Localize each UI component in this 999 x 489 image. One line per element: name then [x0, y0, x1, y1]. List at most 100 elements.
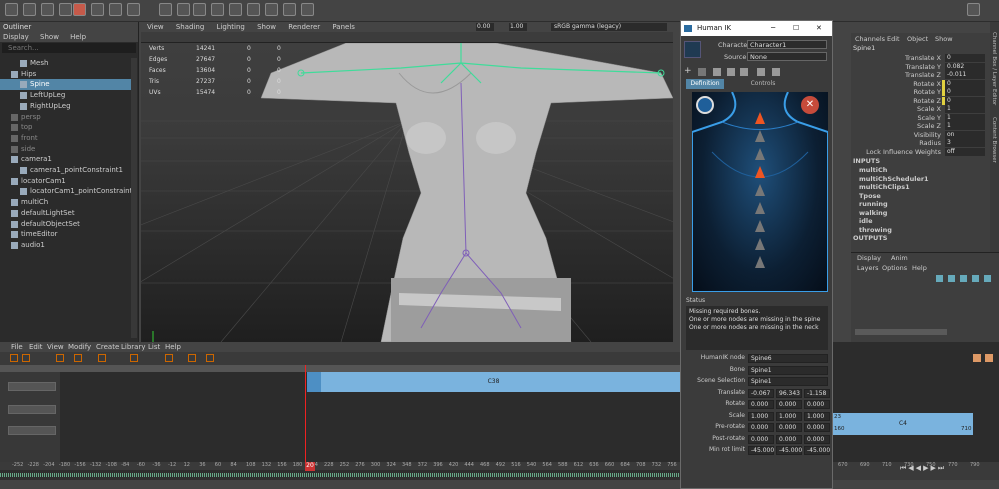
hik-prop-field[interactable]: 0.000: [804, 423, 830, 432]
snap-curve-icon[interactable]: [91, 3, 104, 16]
hik-spine-node-icon[interactable]: [755, 238, 765, 250]
vp-menu-view[interactable]: View: [147, 23, 164, 31]
cb-menu-object[interactable]: Object: [907, 35, 928, 43]
track-header-3[interactable]: [8, 426, 56, 435]
te-right-icon-2[interactable]: [985, 354, 993, 362]
outliner-item[interactable]: top: [0, 122, 132, 133]
te-tool-icon-5[interactable]: [98, 354, 106, 362]
cb-input-item[interactable]: idle: [859, 217, 873, 225]
outliner-item[interactable]: persp: [0, 112, 132, 123]
viewport-panel[interactable]: View Shading Lighting Show Renderer Pane…: [141, 22, 673, 342]
hik-spine-node-icon[interactable]: [755, 202, 765, 214]
cb-input-item[interactable]: multiCh: [859, 166, 887, 174]
layer-move-up-icon[interactable]: [936, 275, 943, 282]
hik-prop-field[interactable]: 1.000: [804, 411, 830, 421]
vp-menu-shading[interactable]: Shading: [176, 23, 204, 31]
cb-attr-value[interactable]: 0: [945, 96, 985, 105]
cb-node-name[interactable]: Spine1: [853, 44, 875, 52]
snap-point-icon[interactable]: [109, 3, 122, 16]
cb-input-item[interactable]: throwing: [859, 226, 892, 234]
cb-input-item[interactable]: running: [859, 200, 888, 208]
outliner-menu-help[interactable]: Help: [70, 33, 86, 41]
te-menu-modify[interactable]: Modify: [68, 342, 91, 352]
te-menu-edit[interactable]: Edit: [29, 342, 43, 352]
cb-attr-value[interactable]: 0: [945, 54, 985, 62]
cb-menu-channels[interactable]: Channels: [855, 35, 885, 43]
hik-prop-field[interactable]: -45.000: [776, 446, 802, 455]
colorspace-select[interactable]: sRGB gamma (legacy): [551, 23, 667, 31]
move-tool-icon[interactable]: [59, 3, 72, 16]
layer-new-anim-icon[interactable]: [984, 275, 991, 282]
snap-grid-icon[interactable]: [73, 3, 86, 16]
hik-spine-node-icon[interactable]: [755, 184, 765, 196]
hik-body-view[interactable]: ✕: [692, 92, 828, 292]
cb-attr-value[interactable]: 1: [945, 105, 985, 113]
outliner-item[interactable]: Mesh: [0, 58, 132, 69]
render-icon[interactable]: [247, 3, 260, 16]
hik-close-button[interactable]: ✕: [816, 21, 822, 36]
clip-c38[interactable]: C38: [307, 372, 680, 392]
outliner-item[interactable]: camera1_pointConstraint1: [0, 165, 132, 176]
hik-add-icon[interactable]: +: [684, 66, 692, 76]
cb-input-item[interactable]: multiChClips1: [859, 183, 910, 191]
layer-menu-help[interactable]: Help: [912, 264, 927, 272]
lasso-tool-icon[interactable]: [23, 3, 36, 16]
hik-spine-node-icon[interactable]: [755, 220, 765, 232]
te-menu-library[interactable]: Library: [121, 342, 145, 352]
te-menu-list[interactable]: List: [148, 342, 160, 352]
side-tab-content-browser[interactable]: Content Browser: [991, 117, 997, 163]
layer-move-down-icon[interactable]: [948, 275, 955, 282]
vp-menu-show[interactable]: Show: [257, 23, 276, 31]
cb-attr-value[interactable]: off: [945, 147, 985, 156]
symmetry-icon[interactable]: [229, 3, 242, 16]
hypershade-icon[interactable]: [301, 3, 314, 16]
cb-input-item[interactable]: multiChScheduler1: [859, 175, 929, 183]
outliner-item[interactable]: RightUpLeg: [0, 101, 132, 112]
layer-new-selected-icon[interactable]: [972, 275, 979, 282]
vp-menu-lighting[interactable]: Lighting: [217, 23, 245, 31]
hik-tab-definition[interactable]: Definition: [686, 79, 724, 89]
hik-skeleton-icon[interactable]: [757, 68, 765, 76]
hik-prop-field[interactable]: -45.000: [748, 446, 774, 455]
hik-prop-field[interactable]: -1.158: [804, 388, 830, 398]
te-tool-icon-6[interactable]: [130, 354, 138, 362]
hik-open-icon[interactable]: [713, 68, 721, 76]
hik-spine-node-icon[interactable]: [755, 112, 765, 124]
hik-tab-controls[interactable]: Controls: [744, 79, 782, 89]
cb-attr-value[interactable]: 1: [945, 122, 985, 130]
hik-prop-field[interactable]: 0.000: [748, 434, 774, 444]
history-icon[interactable]: [159, 3, 172, 16]
ipr-render-icon[interactable]: [265, 3, 278, 16]
cb-menu-edit[interactable]: Edit: [887, 35, 900, 43]
outliner-item[interactable]: camera1: [0, 154, 132, 165]
hik-spine-node-icon[interactable]: [755, 166, 765, 178]
te-menu-file[interactable]: File: [11, 342, 23, 352]
cb-attr-value[interactable]: 0: [945, 88, 985, 96]
timeline[interactable]: -252 -228 -204 -180 -156 -132 -108 -84 -60 -36 -12…: [0, 462, 999, 489]
outliner-menu-display[interactable]: Display: [3, 33, 29, 41]
time-cursor[interactable]: [305, 365, 306, 462]
cb-input-item[interactable]: Tpose: [859, 192, 881, 200]
hik-prop-field[interactable]: Spine1: [748, 365, 828, 375]
hik-prop-field[interactable]: -0.067: [748, 388, 774, 398]
hik-minimize-button[interactable]: ─: [771, 21, 775, 36]
cb-menu-show[interactable]: Show: [935, 35, 953, 43]
outliner-item[interactable]: Hips: [0, 69, 132, 80]
current-frame[interactable]: 20: [305, 462, 315, 471]
construction-icon[interactable]: [177, 3, 190, 16]
hik-prop-field[interactable]: 0.000: [776, 423, 802, 432]
te-menu-view[interactable]: View: [47, 342, 64, 352]
hik-prop-field[interactable]: 0.000: [748, 423, 774, 432]
outliner-item[interactable]: defaultObjectSet: [0, 219, 132, 230]
output-ops-icon[interactable]: [211, 3, 224, 16]
te-tool-icon-2[interactable]: [22, 354, 30, 362]
te-right-icon-1[interactable]: [973, 354, 981, 362]
vp-menu-renderer[interactable]: Renderer: [288, 23, 320, 31]
cb-attr-value[interactable]: 0.082: [945, 62, 985, 71]
track-header-1[interactable]: [8, 382, 56, 391]
layer-menu-options[interactable]: Options: [882, 264, 907, 272]
hik-mirror-icon[interactable]: [772, 68, 780, 76]
snap-plane-icon[interactable]: [127, 3, 140, 16]
outliner-item[interactable]: Spine: [0, 79, 132, 90]
hik-prop-field[interactable]: 1.000: [776, 411, 802, 421]
